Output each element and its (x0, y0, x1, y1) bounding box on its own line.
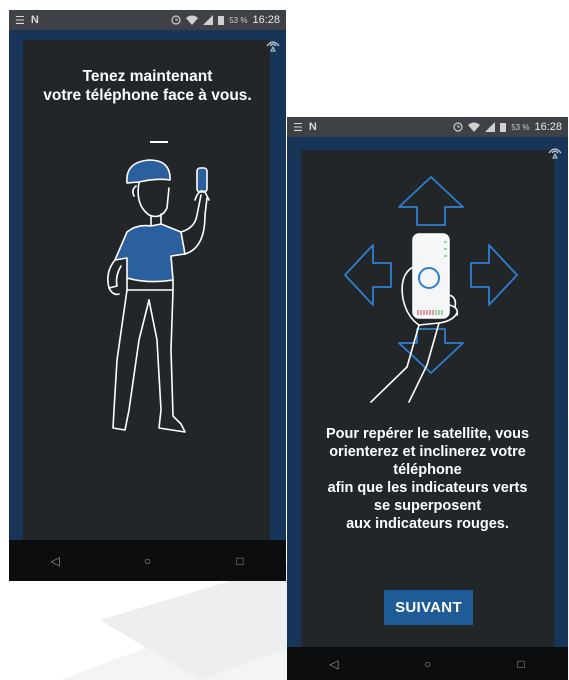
navigation-bar: ◁ ○ □ (287, 647, 568, 680)
home-icon[interactable]: ○ (417, 654, 437, 674)
arrow-right-icon (470, 244, 518, 306)
arrow-left-icon (344, 244, 392, 306)
phone-screen-1: ☰ N 53 % 16:28 Tenez maintenant votre té… (9, 10, 286, 581)
home-icon[interactable]: ○ (137, 551, 157, 571)
person-holding-phone-illustration (107, 159, 210, 433)
arrow-up-icon (398, 176, 464, 226)
recents-icon[interactable]: □ (511, 654, 531, 674)
back-icon[interactable]: ◁ (45, 551, 65, 571)
phone-screen-2: ☰ N 53 % 16:28 Pour repérer le satellite… (287, 117, 568, 680)
recents-icon[interactable]: □ (230, 551, 250, 571)
back-icon[interactable]: ◁ (324, 654, 344, 674)
next-button[interactable]: SUIVANT (384, 590, 473, 625)
navigation-bar: ◁ ○ □ (9, 540, 286, 581)
instruction-text: Pour repérer le satellite, vous orienter… (325, 426, 530, 532)
